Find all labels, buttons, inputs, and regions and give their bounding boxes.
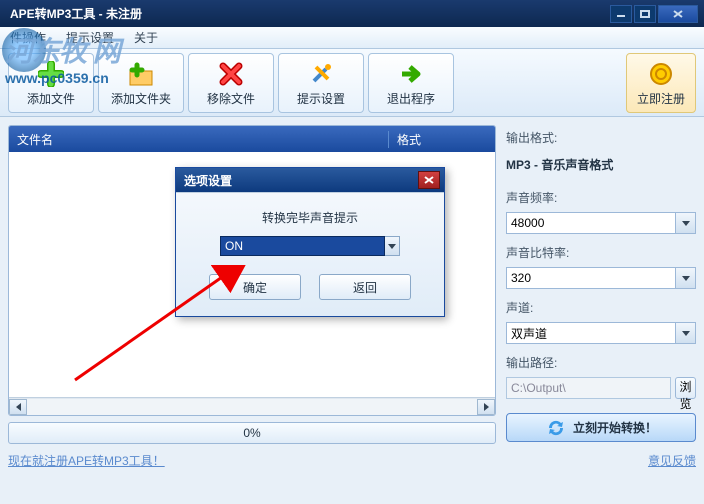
bitrate-input[interactable]: [506, 267, 676, 289]
maximize-button[interactable]: [634, 5, 656, 23]
chevron-down-icon: [682, 276, 690, 281]
close-button[interactable]: [658, 5, 698, 23]
bitrate-label: 声音比特率:: [506, 244, 696, 261]
scroll-left-button[interactable]: [9, 399, 27, 415]
output-format-label: 输出格式:: [506, 129, 696, 146]
chevron-down-icon: [682, 221, 690, 226]
dialog-body: 转换完毕声音提示 确定 返回: [176, 192, 444, 316]
channel-input[interactable]: [506, 322, 676, 344]
chevron-down-icon: [388, 244, 396, 249]
scroll-track[interactable]: [27, 399, 477, 415]
start-convert-button[interactable]: 立刻开始转换！: [506, 413, 696, 442]
feedback-link[interactable]: 意见反馈: [506, 452, 696, 469]
x-red-icon: [217, 60, 245, 88]
minimize-button[interactable]: [610, 5, 632, 23]
browse-button[interactable]: 浏览: [675, 377, 696, 399]
watermark-logo: [2, 28, 46, 72]
coin-icon: [647, 60, 675, 88]
menu-bar: 件操作 提示设置 关于: [0, 27, 704, 49]
title-bar: APE转MP3工具 - 未注册: [0, 0, 704, 27]
output-format-value: MP3 - 音乐声音格式: [506, 152, 696, 179]
sound-prompt-select[interactable]: [220, 236, 385, 256]
sound-prompt-dropdown-button[interactable]: [385, 236, 400, 256]
tools-icon: [307, 60, 335, 88]
options-dialog: 选项设置 转换完毕声音提示 确定 返回: [175, 167, 445, 317]
column-format[interactable]: 格式: [389, 131, 421, 148]
dialog-ok-button[interactable]: 确定: [209, 274, 301, 300]
menu-about[interactable]: 关于: [134, 29, 158, 46]
sample-rate-input[interactable]: [506, 212, 676, 234]
chevron-right-icon: [484, 403, 489, 411]
column-filename[interactable]: 文件名: [9, 131, 389, 148]
right-pane: 输出格式: MP3 - 音乐声音格式 声音频率: 声音比特率: 声道: 输出路径…: [506, 125, 696, 469]
settings-button[interactable]: 提示设置: [278, 53, 364, 113]
progress-text: 0%: [243, 426, 260, 440]
add-folder-button[interactable]: 添加文件夹: [98, 53, 184, 113]
refresh-icon: [545, 417, 567, 439]
dialog-close-button[interactable]: [418, 171, 440, 189]
plus-folder-icon: [127, 60, 155, 88]
chevron-down-icon: [682, 331, 690, 336]
start-button-label: 立刻开始转换！: [573, 419, 657, 436]
register-link[interactable]: 现在就注册APE转MP3工具！: [8, 452, 496, 469]
horizontal-scrollbar[interactable]: [9, 397, 495, 415]
sample-rate-label: 声音频率:: [506, 189, 696, 206]
remove-file-button[interactable]: 移除文件: [188, 53, 274, 113]
channel-dropdown-button[interactable]: [676, 322, 696, 344]
output-path-label: 输出路径:: [506, 354, 696, 371]
sample-rate-dropdown-button[interactable]: [676, 212, 696, 234]
list-header: 文件名 格式: [9, 126, 495, 152]
chevron-left-icon: [16, 403, 21, 411]
dialog-cancel-button[interactable]: 返回: [319, 274, 411, 300]
dialog-title: 选项设置: [184, 172, 418, 189]
progress-bar: 0%: [8, 422, 496, 444]
bitrate-dropdown-button[interactable]: [676, 267, 696, 289]
channel-label: 声道:: [506, 299, 696, 316]
window-title: APE转MP3工具 - 未注册: [10, 5, 608, 22]
output-path-input[interactable]: [506, 377, 671, 399]
register-button[interactable]: 立即注册: [626, 53, 696, 113]
toolbar: 添加文件 添加文件夹 移除文件 提示设置 退出程序 立即注册: [0, 49, 704, 117]
scroll-right-button[interactable]: [477, 399, 495, 415]
menu-settings[interactable]: 提示设置: [66, 29, 114, 46]
exit-button[interactable]: 退出程序: [368, 53, 454, 113]
dialog-title-bar[interactable]: 选项设置: [176, 168, 444, 192]
arrow-right-green-icon: [397, 60, 425, 88]
dialog-prompt-label: 转换完毕声音提示: [192, 209, 428, 226]
